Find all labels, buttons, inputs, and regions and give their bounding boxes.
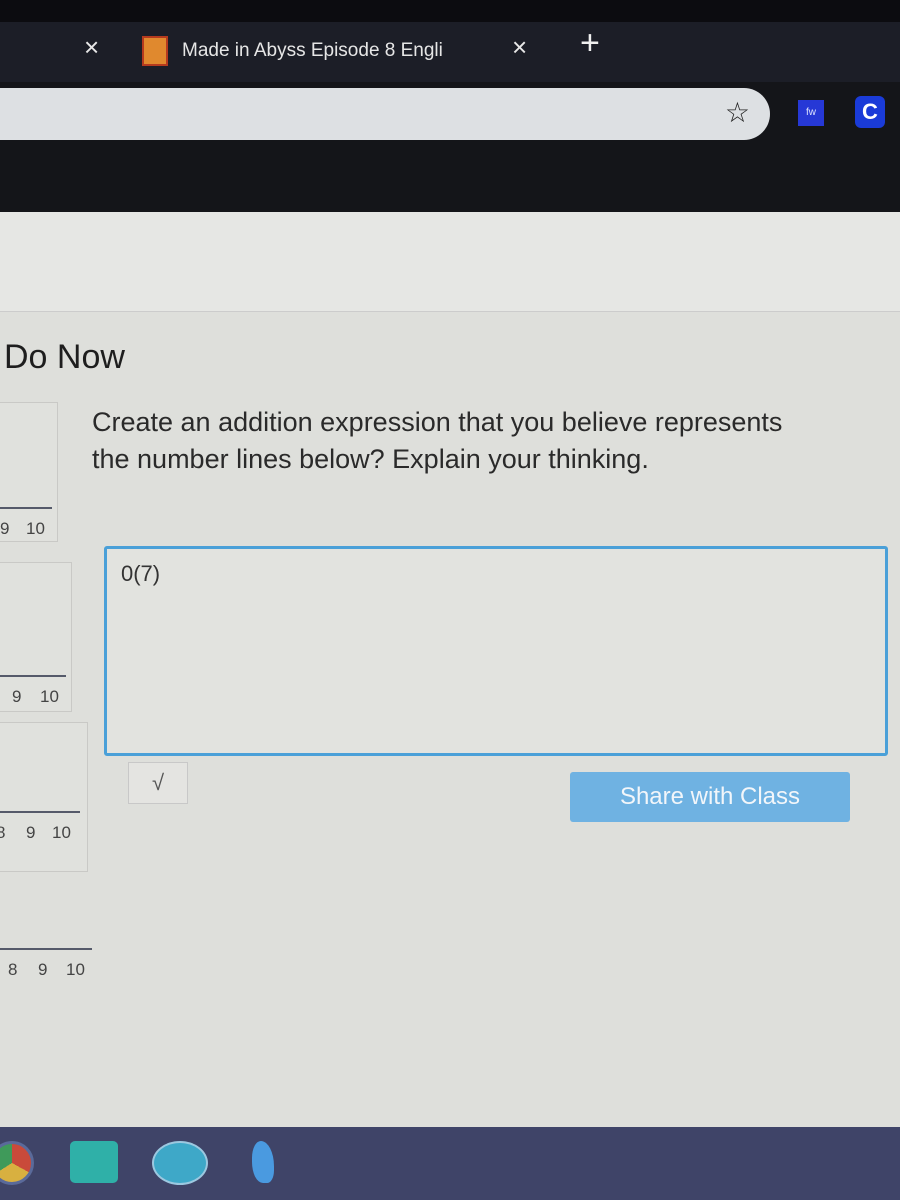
character-app-icon[interactable]	[252, 1141, 274, 1183]
tab-favicon-icon	[142, 36, 168, 66]
taskbar	[0, 1127, 900, 1200]
math-input-button[interactable]: √	[128, 762, 188, 804]
tick-label: 8	[0, 823, 6, 842]
tab-title: Made in Abyss Episode 8 Engli	[182, 40, 443, 61]
tick-label: 9	[38, 960, 48, 979]
screen-bezel	[0, 0, 900, 22]
tick-label: 9	[12, 687, 22, 706]
page-title: Do Now	[4, 338, 125, 376]
chrome-icon[interactable]	[0, 1141, 34, 1185]
page-content: Do Now 9 10 9 10 8 9 10 8 9 10 Create an…	[0, 212, 900, 1127]
browser-tab[interactable]: Made in Abyss Episode 8 Engli	[128, 28, 548, 74]
classroom-app-icon[interactable]	[70, 1141, 118, 1183]
plus-icon[interactable]: +	[580, 24, 600, 63]
tick-label: 10	[66, 960, 85, 979]
tick-label: 8	[8, 960, 18, 979]
answer-textarea[interactable]: 0(7)	[104, 546, 888, 756]
browser-toolbar: ☆ fw C	[0, 82, 900, 212]
number-line-card[interactable]: 9 10	[0, 562, 72, 712]
share-with-class-button[interactable]: Share with Class	[570, 772, 850, 822]
tick-label: 9	[26, 823, 36, 842]
answer-value: 0(7)	[121, 561, 161, 586]
extension-fw-icon[interactable]: fw	[798, 100, 824, 126]
number-line-card[interactable]: 8 9 10	[0, 722, 88, 872]
star-icon[interactable]: ☆	[725, 96, 750, 129]
question-prompt: Create an addition expression that you b…	[92, 407, 783, 474]
browser-tab-bar: × Made in Abyss Episode 8 Engli × +	[0, 0, 900, 82]
number-line-card[interactable]: 9 10	[0, 402, 58, 542]
close-icon[interactable]: ×	[84, 32, 99, 63]
close-icon[interactable]: ×	[512, 32, 527, 63]
tick-label: 10	[52, 823, 71, 842]
extension-c-icon[interactable]: C	[855, 96, 885, 128]
tick-label: 10	[40, 687, 59, 706]
tick-label: 9	[0, 519, 10, 538]
tick-label: 10	[26, 519, 45, 538]
zoom-icon[interactable]	[152, 1141, 208, 1185]
address-bar[interactable]: ☆	[0, 88, 770, 140]
number-line-card[interactable]: 8 9 10	[0, 882, 100, 1002]
page-header	[0, 212, 900, 312]
